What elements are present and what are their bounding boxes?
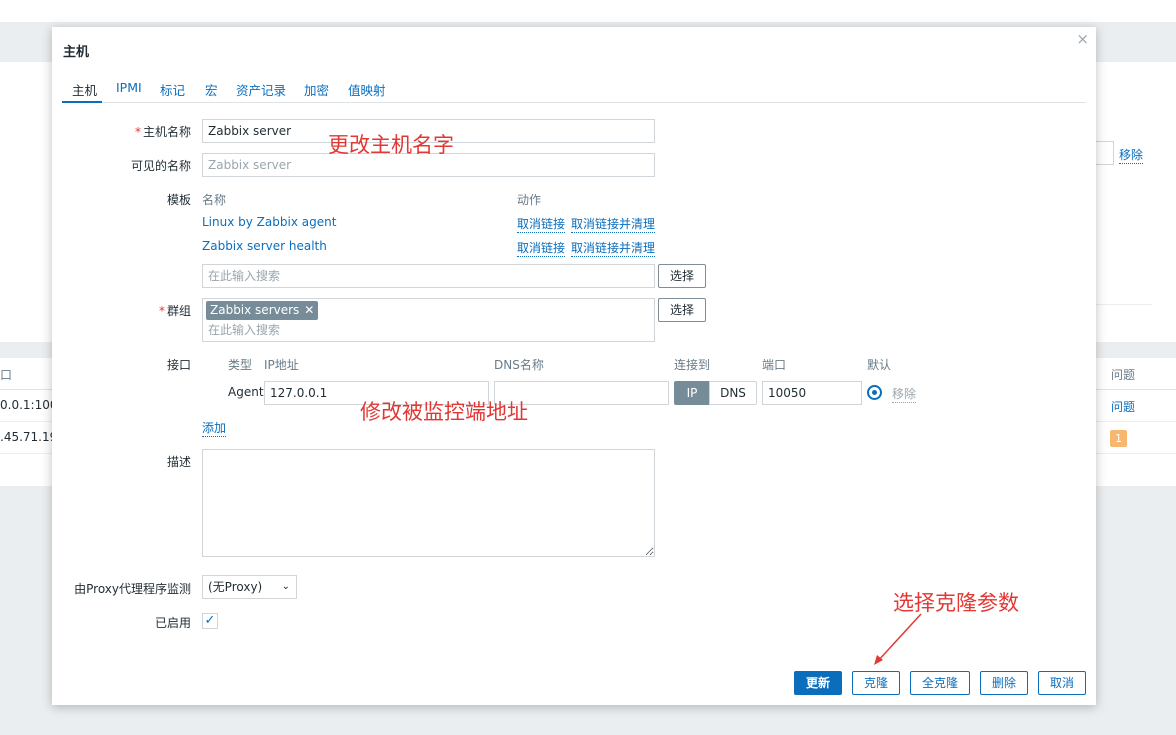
interface-col-type: 类型 <box>228 358 253 372</box>
default-interface-radio[interactable] <box>867 385 882 400</box>
template-unlink-button[interactable]: 取消链接 <box>517 239 566 257</box>
tab-encryption[interactable]: 加密 <box>304 80 329 99</box>
group-chip: Zabbix servers ✕ <box>206 301 319 320</box>
interface-col-default: 默认 <box>867 358 892 372</box>
visible-name-label: 可见的名称 <box>130 159 191 173</box>
template-unlink-clear-button[interactable]: 取消链接并清理 <box>571 215 656 233</box>
background-row1-problems[interactable]: 问题 <box>1111 398 1135 415</box>
proxy-selected-value: (无Proxy) <box>208 580 263 594</box>
cancel-button[interactable]: 取消 <box>1038 671 1086 695</box>
tab-bar: 主机 IPMI 标记 宏 资产记录 加密 值映射 <box>62 73 1086 103</box>
connect-to-dns-toggle[interactable]: DNS <box>709 381 757 405</box>
groups-label: * 群组 <box>158 304 191 318</box>
annotation-change-host-name: 更改主机名字 <box>328 133 454 157</box>
chip-remove-icon[interactable]: ✕ <box>304 303 314 317</box>
background-divider <box>1096 304 1152 305</box>
problem-count-badge[interactable]: 1 <box>1110 430 1127 447</box>
active-tab-indicator <box>62 101 102 103</box>
template-link-linux-agent[interactable]: Linux by Zabbix agent <box>202 215 336 229</box>
template-unlink-clear-button[interactable]: 取消链接并清理 <box>571 239 656 257</box>
host-name-label: * 主机名称 <box>134 125 191 139</box>
interface-remove-link[interactable]: 移除 <box>892 385 917 403</box>
tab-host[interactable]: 主机 <box>72 80 97 99</box>
background-col-interface: 口 <box>0 368 13 382</box>
annotation-arrow-icon <box>874 613 922 665</box>
interface-type-agent: Agent <box>228 385 264 399</box>
tab-ipmi[interactable]: IPMI <box>116 80 142 95</box>
interface-col-dns: DNS名称 <box>494 358 544 372</box>
interface-add-link[interactable]: 添加 <box>202 419 227 437</box>
interface-col-connect: 连接到 <box>674 358 711 372</box>
annotation-change-agent-address: 修改被监控端地址 <box>360 400 528 424</box>
templates-label: 模板 <box>166 193 191 207</box>
interface-col-ip: IP地址 <box>264 358 299 372</box>
enabled-label: 已启用 <box>154 616 191 630</box>
description-label: 描述 <box>166 455 191 469</box>
page-top-bar <box>0 0 1176 22</box>
dialog-title: 主机 <box>63 45 90 60</box>
interface-col-port: 端口 <box>762 358 787 372</box>
template-select-button[interactable]: 选择 <box>658 264 706 288</box>
groups-multiselect[interactable]: Zabbix servers ✕ <box>202 298 655 342</box>
chevron-down-icon: ⌄ <box>281 581 290 592</box>
template-link-server-health[interactable]: Zabbix server health <box>202 239 327 253</box>
template-unlink-button[interactable]: 取消链接 <box>517 215 566 233</box>
enabled-checkbox[interactable]: ✓ <box>202 613 218 629</box>
interfaces-label: 接口 <box>166 358 191 372</box>
tab-value-mapping[interactable]: 值映射 <box>348 80 386 99</box>
templates-col-name: 名称 <box>202 193 227 207</box>
tab-tags[interactable]: 标记 <box>160 80 185 99</box>
proxy-label: 由Proxy代理程序监测 <box>74 582 191 596</box>
connect-to-ip-toggle[interactable]: IP <box>674 381 710 405</box>
tab-macros[interactable]: 宏 <box>205 80 218 99</box>
update-button[interactable]: 更新 <box>794 671 842 695</box>
full-clone-button[interactable]: 全克隆 <box>910 671 970 695</box>
proxy-select[interactable]: (无Proxy) ⌄ <box>202 575 297 599</box>
description-textarea[interactable] <box>202 449 655 557</box>
background-row2-interface: .45.71.19 <box>0 430 58 444</box>
clone-button[interactable]: 克隆 <box>852 671 900 695</box>
background-col-problems: 问题 <box>1111 368 1136 382</box>
group-search-input[interactable] <box>208 322 508 338</box>
close-icon[interactable]: × <box>1076 30 1089 48</box>
tab-inventory[interactable]: 资产记录 <box>236 80 286 99</box>
background-input[interactable] <box>1096 141 1114 165</box>
interface-port-input[interactable] <box>762 381 862 405</box>
background-remove-link[interactable]: 移除 <box>1119 146 1144 164</box>
background-row1-interface: 0.0.1:100 <box>0 398 58 412</box>
group-select-button[interactable]: 选择 <box>658 298 706 322</box>
template-search-input[interactable] <box>202 264 655 288</box>
templates-col-action: 动作 <box>517 193 542 207</box>
delete-button[interactable]: 删除 <box>980 671 1028 695</box>
